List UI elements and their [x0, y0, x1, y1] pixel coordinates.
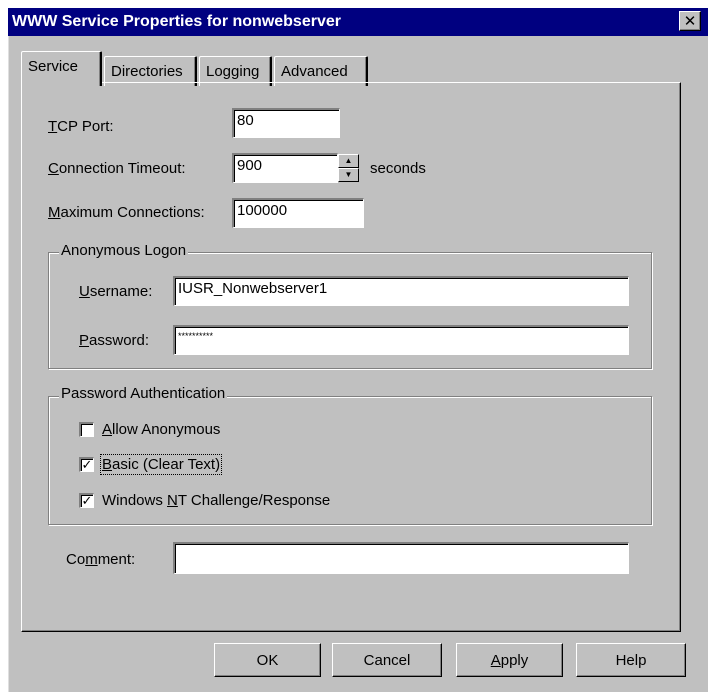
close-button[interactable]: ✕ — [679, 11, 701, 31]
window-title: WWW Service Properties for nonwebserver — [12, 13, 341, 30]
timeout-spinner[interactable]: ▲ ▼ — [338, 154, 359, 182]
cancel-button[interactable]: Cancel — [332, 643, 442, 677]
allow-anonymous-label[interactable]: Allow Anonymous — [102, 421, 220, 438]
password-auth-title: Password Authentication — [59, 385, 228, 402]
anonymous-logon-title: Anonymous Logon — [59, 242, 189, 259]
max-connections-label: Maximum Connections: — [48, 204, 205, 221]
close-icon: ✕ — [683, 12, 697, 30]
tab-label: Service — [28, 58, 79, 75]
nt-challenge-checkbox[interactable]: ✓ — [79, 493, 94, 508]
comment-label: Comment: — [66, 551, 136, 568]
tab-label: Advanced — [281, 63, 348, 80]
username-label: Username: — [79, 283, 153, 300]
tab-label: Directories — [111, 63, 183, 80]
ok-button[interactable]: OK — [214, 643, 321, 677]
comment-input[interactable] — [173, 542, 629, 574]
password-label: Password: — [79, 332, 150, 349]
apply-button-label: Apply — [490, 651, 529, 669]
password-input[interactable]: ********** — [173, 325, 629, 355]
cancel-button-label: Cancel — [363, 651, 411, 669]
title-bar: WWW Service Properties for nonwebserver — [8, 8, 708, 36]
basic-auth-checkbox[interactable]: ✓ — [79, 457, 94, 472]
apply-button[interactable]: Apply — [456, 643, 563, 677]
connection-timeout-input[interactable]: 900 — [232, 153, 338, 183]
ok-button-label: OK — [256, 651, 279, 669]
connection-timeout-label: Connection Timeout: — [48, 160, 186, 177]
tab-service[interactable]: Service — [21, 51, 102, 86]
help-button[interactable]: Help — [576, 643, 686, 677]
tcp-port-label: TCP Port: — [48, 118, 114, 135]
timeout-unit-label: seconds — [370, 160, 426, 177]
tcp-port-input[interactable]: 80 — [232, 108, 340, 138]
tab-label: Logging — [206, 63, 260, 80]
help-button-label: Help — [615, 651, 647, 669]
username-input[interactable]: IUSR_Nonwebserver1 — [173, 276, 629, 306]
spin-up-icon[interactable]: ▲ — [338, 154, 359, 168]
basic-auth-label[interactable]: Basic (Clear Text) — [99, 454, 223, 475]
nt-challenge-label[interactable]: Windows NT Challenge/Response — [102, 492, 330, 509]
spin-down-icon[interactable]: ▼ — [338, 168, 359, 182]
allow-anonymous-checkbox[interactable] — [79, 422, 94, 437]
max-connections-input[interactable]: 100000 — [232, 198, 364, 228]
